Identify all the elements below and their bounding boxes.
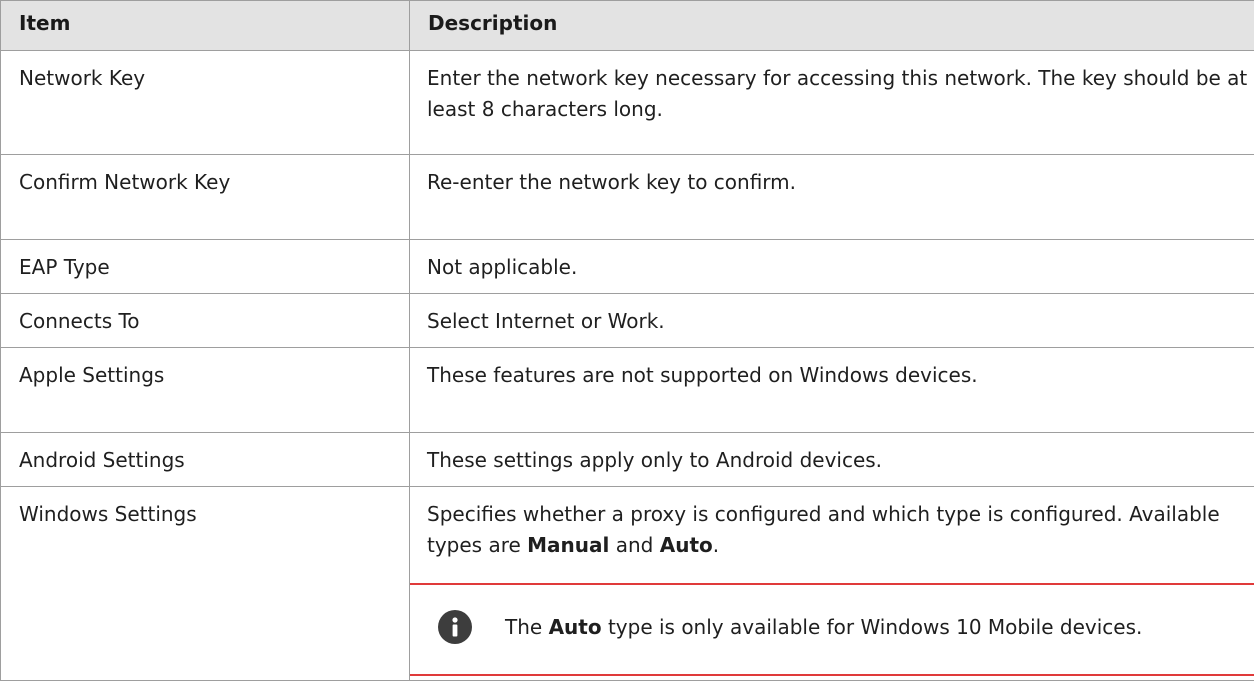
row-item: Confirm Network Key [1, 155, 410, 240]
note-text-suffix: type is only available for Windows 10 Mo… [602, 615, 1143, 639]
row-description: Select Internet or Work. [410, 294, 1254, 348]
header-description: Description [410, 1, 1254, 51]
row-item: Connects To [1, 294, 410, 348]
row-description: Not applicable. [410, 240, 1254, 294]
table-row: Network Key Enter the network key necess… [1, 51, 1254, 155]
table-row: Connects To Select Internet or Work. [1, 294, 1254, 348]
header-item: Item [1, 1, 410, 51]
description-bold-manual: Manual [527, 533, 609, 557]
windows-settings-description: Specifies whether a proxy is configured … [427, 499, 1254, 561]
row-item: Apple Settings [1, 348, 410, 433]
table-row: Confirm Network Key Re-enter the network… [1, 155, 1254, 240]
row-description: These features are not supported on Wind… [410, 348, 1254, 433]
row-item: Android Settings [1, 433, 410, 487]
table-row: Android Settings These settings apply on… [1, 433, 1254, 487]
table-row: EAP Type Not applicable. [1, 240, 1254, 294]
row-item: EAP Type [1, 240, 410, 294]
row-item: Network Key [1, 51, 410, 155]
note-text-prefix: The [505, 615, 549, 639]
info-icon-glyph [438, 610, 472, 644]
row-item: Windows Settings [1, 487, 410, 681]
row-description: Enter the network key necessary for acce… [410, 51, 1254, 155]
description-text: . [713, 533, 719, 557]
row-description: Re-enter the network key to confirm. [410, 155, 1254, 240]
row-description: Specifies whether a proxy is configured … [410, 487, 1254, 681]
table-header-row: Item Description [1, 1, 1254, 51]
note-text: The Auto type is only available for Wind… [505, 612, 1142, 643]
note-text-bold: Auto [549, 615, 602, 639]
table-row: Apple Settings These features are not su… [1, 348, 1254, 433]
description-text: and [609, 533, 659, 557]
description-bold-auto: Auto [660, 533, 713, 557]
note-callout: The Auto type is only available for Wind… [410, 583, 1254, 676]
row-description: These settings apply only to Android dev… [410, 433, 1254, 487]
info-icon [438, 610, 472, 644]
table-row: Windows Settings Specifies whether a pro… [1, 487, 1254, 681]
settings-table: Item Description Network Key Enter the n… [0, 0, 1254, 681]
